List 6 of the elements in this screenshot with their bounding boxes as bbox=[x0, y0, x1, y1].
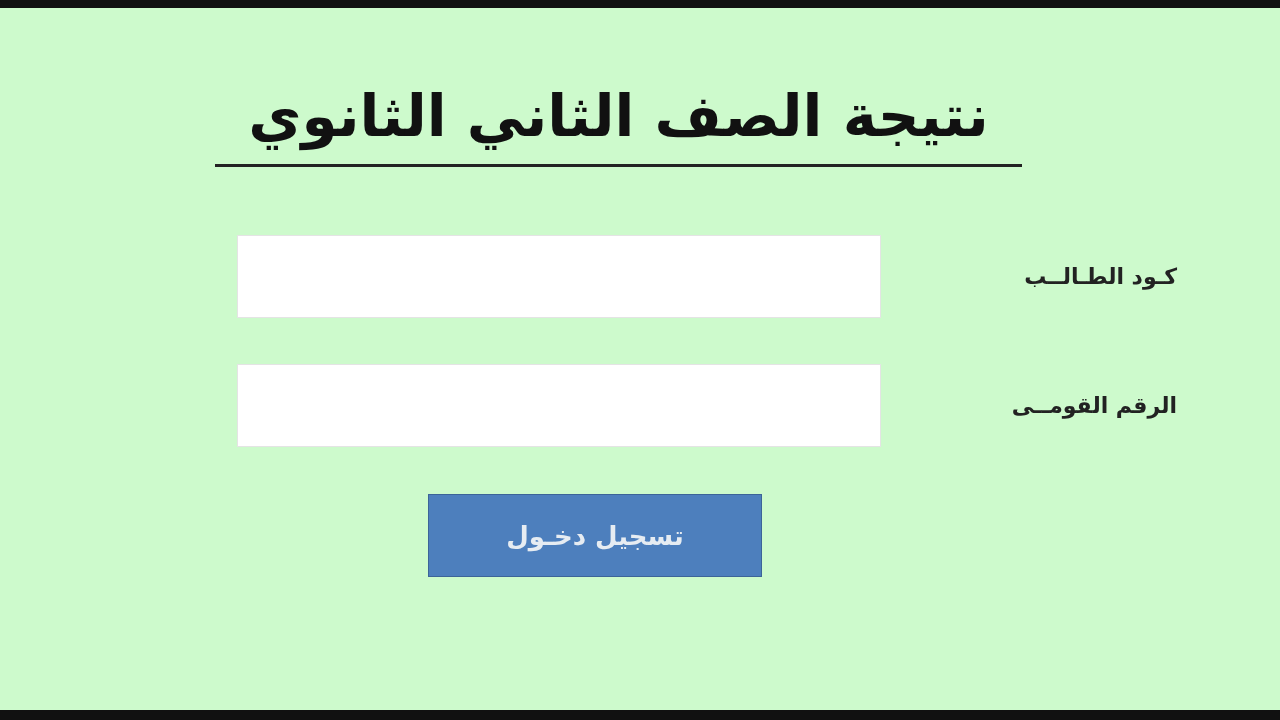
input-field[interactable] bbox=[237, 364, 881, 447]
field-label: كـود الطـالــب bbox=[1023, 264, 1178, 289]
input-field[interactable] bbox=[237, 235, 881, 318]
page-title: نتيجة الصف الثاني الثانوي bbox=[215, 70, 1022, 167]
login-button[interactable]: تسجيل دخـول bbox=[428, 494, 762, 577]
field-label: الرقم القومــى bbox=[1010, 393, 1178, 418]
